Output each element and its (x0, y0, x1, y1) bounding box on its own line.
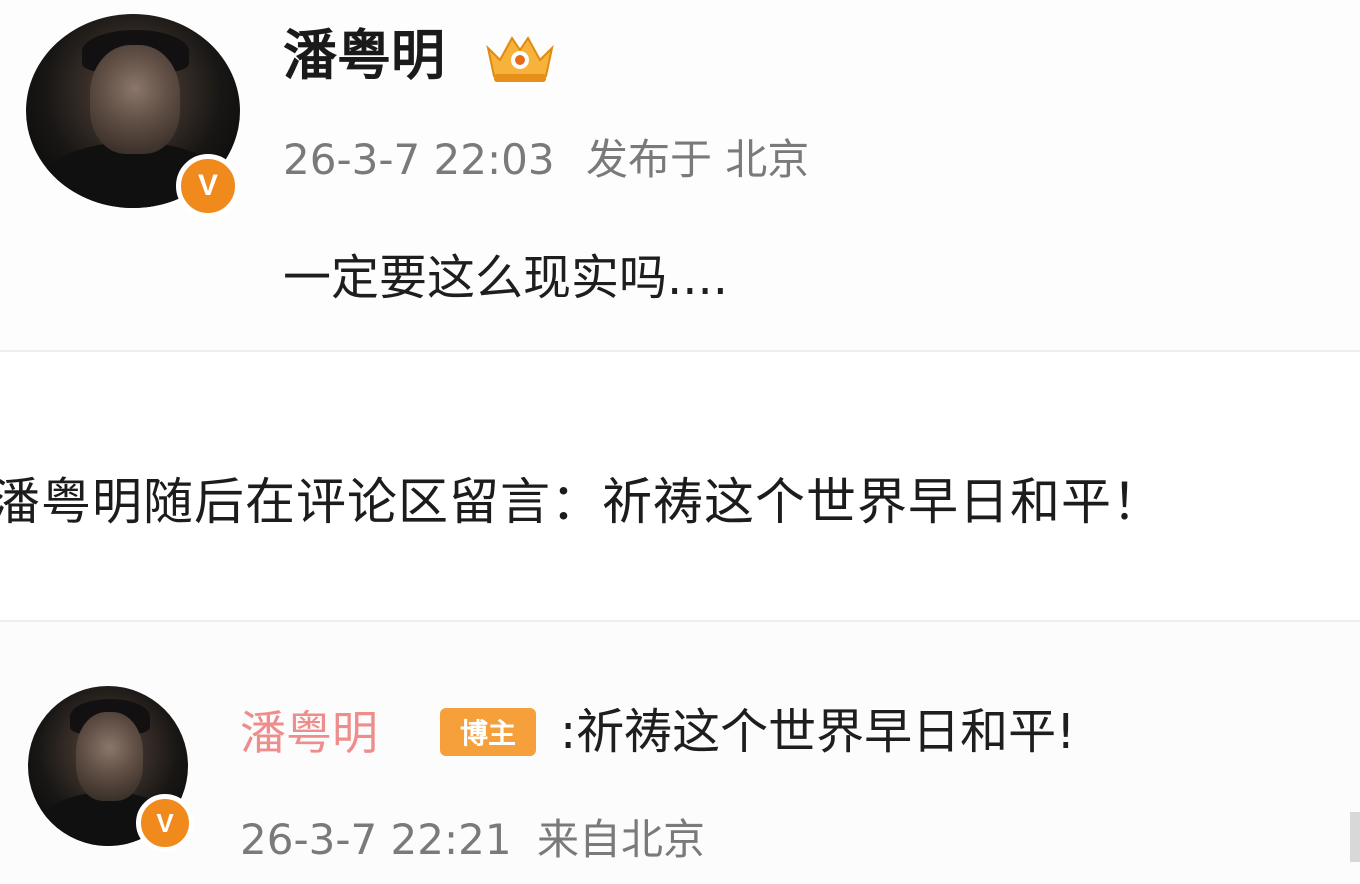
post-avatar[interactable]: V (26, 14, 240, 218)
article-caption: 潘粤明随后在评论区留言：祈祷这个世界早日和平！ (0, 473, 1163, 531)
comment-username[interactable]: 潘粤明 (240, 702, 378, 764)
weibo-post: V 潘粤明 26-3-7 22:03 发布于 北京 一定要这么现实吗.... (0, 0, 1360, 350)
comment-item: V 潘粤明 博主 :祈祷这个世界早日和平! 26-3-7 22:21 来自北京 (0, 622, 1360, 884)
owner-badge: 博主 (440, 708, 536, 756)
scroll-edge-marker (1350, 812, 1360, 862)
post-timestamp: 26-3-7 22:03 (283, 135, 555, 184)
post-meta: 26-3-7 22:03 发布于 北京 (283, 132, 809, 188)
comment-timestamp: 26-3-7 22:21 (240, 815, 512, 864)
verified-icon: V (176, 154, 240, 218)
post-username[interactable]: 潘粤明 (283, 20, 445, 92)
post-location: 发布于 北京 (585, 135, 810, 184)
crown-badge-icon (482, 28, 558, 88)
post-content: 一定要这么现实吗.... (283, 250, 729, 306)
comment-location: 来自北京 (536, 815, 705, 864)
comment-text: :祈祷这个世界早日和平! (560, 704, 1076, 760)
comment-avatar[interactable]: V (28, 686, 194, 852)
verified-icon: V (136, 794, 194, 852)
comment-meta: 26-3-7 22:21 来自北京 (240, 812, 705, 868)
